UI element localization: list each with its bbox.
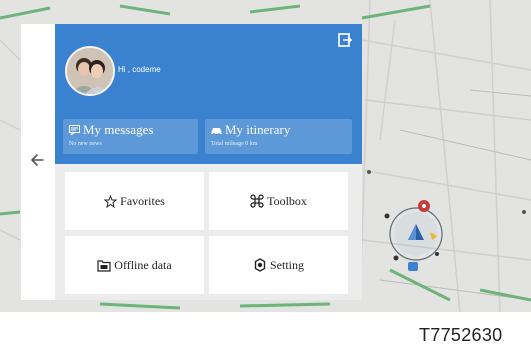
avatar[interactable]	[65, 46, 115, 96]
my-messages-card[interactable]: My messages No new news	[63, 119, 198, 154]
command-icon	[250, 194, 264, 208]
car-icon	[211, 128, 222, 135]
my-messages-title: My messages	[69, 122, 153, 138]
exit-icon[interactable]	[338, 33, 352, 47]
back-arrow-icon[interactable]	[29, 150, 49, 170]
my-itinerary-title: My itinerary	[211, 122, 290, 138]
toolbox-label: Toolbox	[267, 193, 307, 208]
figure-caption: T7752630	[419, 325, 503, 345]
user-header: Hi , codeme My messages No new news My i…	[55, 24, 362, 164]
my-messages-label: My messages	[83, 122, 154, 137]
favorites-button[interactable]: Favorites	[65, 172, 204, 230]
user-panel: Hi , codeme My messages No new news My i…	[55, 24, 362, 300]
my-itinerary-card[interactable]: My itinerary Total mileage 0 km	[205, 119, 352, 154]
greeting-text: Hi , codeme	[118, 65, 161, 74]
star-icon	[104, 194, 118, 208]
toolbox-button[interactable]: Toolbox	[209, 172, 348, 230]
my-messages-subtitle: No new news	[69, 141, 102, 147]
my-itinerary-subtitle: Total mileage 0 km	[211, 141, 258, 147]
setting-label: Setting	[269, 257, 304, 272]
gear-icon	[254, 258, 266, 272]
folder-icon	[97, 259, 111, 272]
my-itinerary-label: My itinerary	[225, 122, 291, 137]
avatar-photo	[67, 48, 113, 94]
message-icon	[69, 125, 80, 137]
offline-data-label: Offline data	[114, 257, 172, 272]
setting-button[interactable]: Setting	[209, 236, 348, 294]
favorites-label: Favorites	[120, 193, 165, 208]
offline-data-button[interactable]: Offline data	[65, 236, 204, 294]
